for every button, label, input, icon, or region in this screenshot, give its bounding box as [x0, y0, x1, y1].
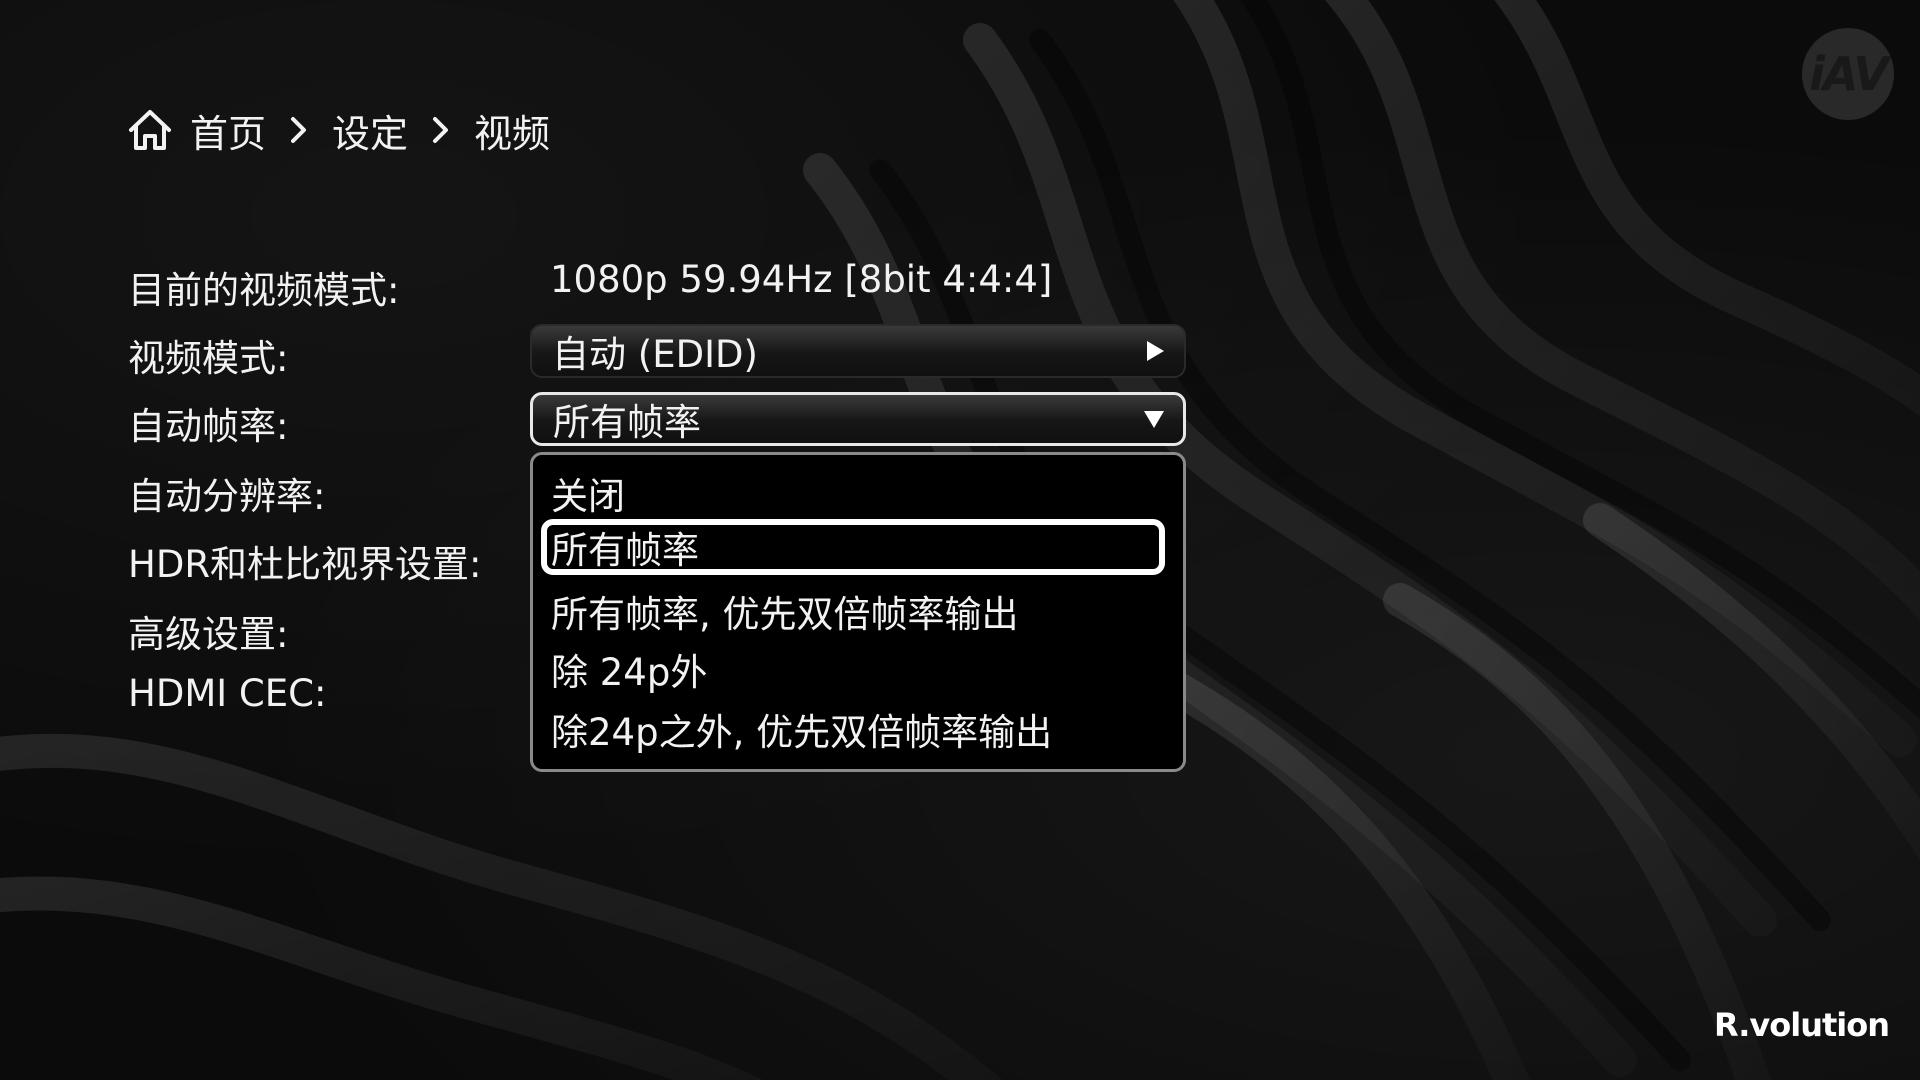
video-mode-value: 自动 (EDID) [552, 333, 758, 376]
auto-framerate-value: 所有帧率 [553, 401, 701, 444]
dropdown-arrow-icon [1141, 406, 1167, 432]
play-arrow-icon [1142, 338, 1168, 364]
auto-framerate-label: 自动帧率: [128, 405, 289, 448]
dropdown-option-all-framerates[interactable]: 所有帧率 [541, 519, 1165, 575]
hdr-dolby-vision-label: HDR和杜比视界设置: [128, 543, 482, 586]
dropdown-option-off[interactable]: 关闭 [551, 465, 625, 521]
iav-logo: iAV [1802, 28, 1894, 120]
dropdown-option-all-framerates-double[interactable]: 所有帧率, 优先双倍帧率输出 [551, 583, 1019, 639]
breadcrumb-video: 视频 [474, 111, 551, 156]
hdmi-cec-label: HDMI CEC: [128, 672, 327, 715]
screen: 首页 设定 视频 目前的视频模式: 1080p 59.94Hz [8bit 4:… [0, 0, 1920, 1080]
breadcrumb-settings[interactable]: 设定 [332, 103, 408, 158]
auto-framerate-select[interactable]: 所有帧率 [530, 392, 1186, 446]
breadcrumb-home[interactable]: 首页 [190, 103, 266, 158]
framerate-dropdown-list: 关闭 所有帧率 所有帧率, 优先双倍帧率输出 除 24p外 除24p之外, 优先… [530, 452, 1186, 772]
video-mode-label: 视频模式: [128, 337, 289, 380]
breadcrumb: 首页 设定 视频 [126, 100, 550, 160]
current-video-mode-label: 目前的视频模式: [128, 269, 400, 312]
dropdown-option-except-24p[interactable]: 除 24p外 [551, 641, 707, 697]
advanced-settings-label: 高级设置: [128, 613, 289, 656]
rvolution-logo: R.volution [1714, 1006, 1890, 1044]
chevron-right-icon [286, 113, 312, 147]
auto-resolution-label: 自动分辨率: [128, 475, 326, 518]
home-icon[interactable] [126, 106, 174, 154]
current-video-mode-value: 1080p 59.94Hz [8bit 4:4:4] [550, 258, 1053, 301]
chevron-right-icon [428, 113, 454, 147]
dropdown-option-except-24p-double[interactable]: 除24p之外, 优先双倍帧率输出 [551, 701, 1052, 757]
video-mode-select[interactable]: 自动 (EDID) [530, 324, 1186, 378]
